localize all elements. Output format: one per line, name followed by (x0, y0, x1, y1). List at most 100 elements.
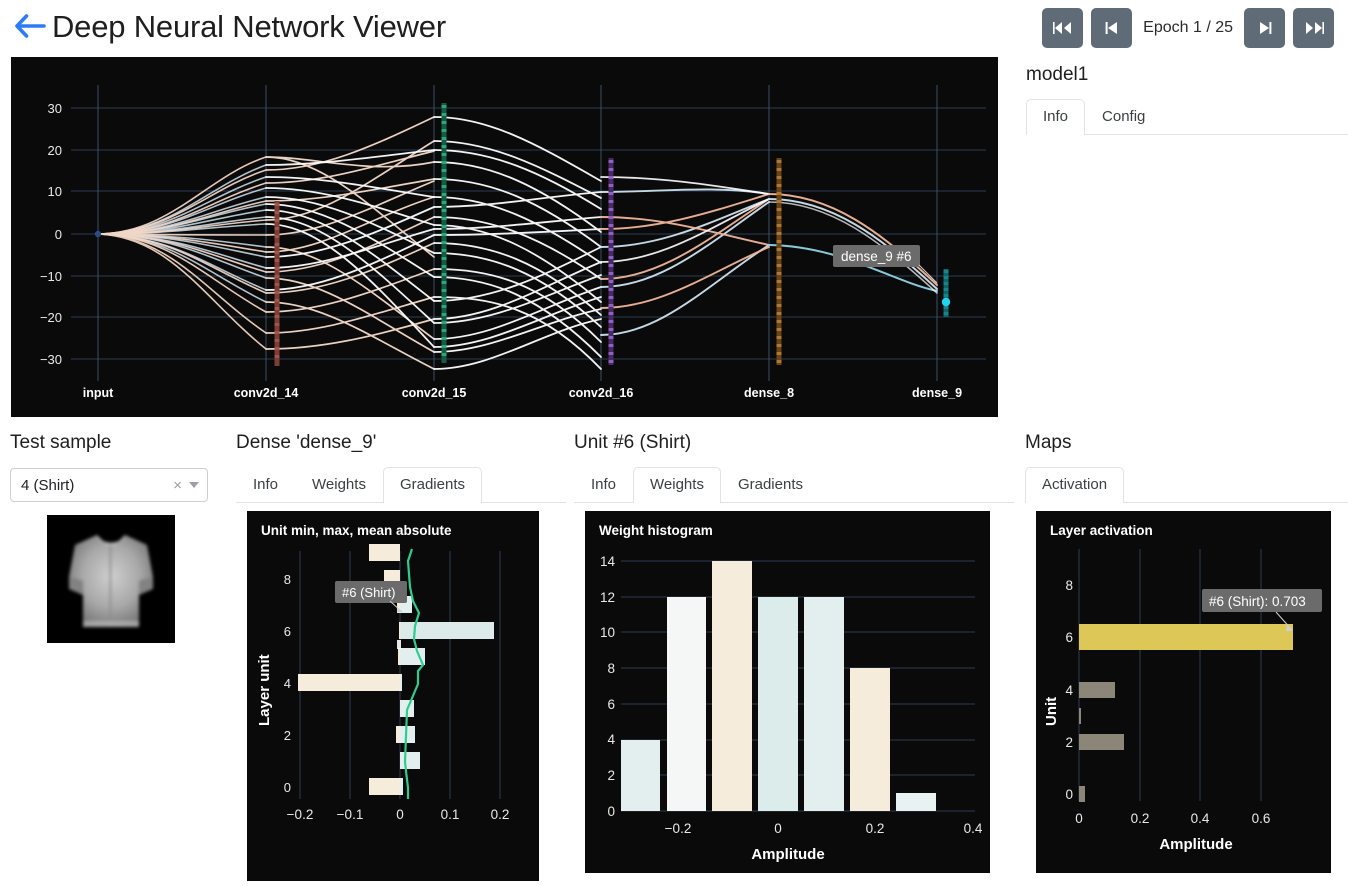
svg-text:0.4: 0.4 (1191, 811, 1210, 826)
layer-activation-title: Layer activation (1050, 523, 1153, 538)
svg-text:conv2d_14: conv2d_14 (234, 386, 299, 400)
svg-text:4: 4 (1065, 683, 1073, 698)
svg-text:−10: −10 (40, 269, 62, 284)
close-icon[interactable]: × (166, 478, 189, 493)
svg-text:8: 8 (284, 572, 291, 587)
svg-text:0: 0 (607, 804, 615, 819)
svg-text:0.1: 0.1 (441, 807, 460, 822)
svg-text:4: 4 (284, 676, 291, 691)
epoch-label: Epoch 1 / 25 (1143, 19, 1233, 36)
dense-panel-title: Dense 'dense_9' (236, 432, 377, 453)
epoch-controls: Epoch 1 / 25 (1042, 8, 1334, 48)
epoch-next-button[interactable] (1244, 8, 1285, 48)
svg-text:2: 2 (1065, 735, 1073, 750)
svg-text:6: 6 (1065, 630, 1073, 645)
svg-text:0: 0 (1075, 811, 1083, 826)
svg-text:#6 (Shirt): 0.703: #6 (Shirt): 0.703 (1209, 594, 1306, 609)
unit-gradients-chart[interactable]: Unit min, max, mean absolute 0 2 4 6 8 L… (247, 511, 539, 881)
svg-text:14: 14 (600, 554, 616, 569)
unit-panel-title: Unit #6 (Shirt) (574, 432, 692, 453)
test-sample-select[interactable]: 4 (Shirt) × (10, 468, 208, 502)
svg-text:0: 0 (1065, 787, 1073, 802)
svg-text:12: 12 (600, 590, 615, 605)
tab-unit-gradients[interactable]: Gradients (721, 467, 820, 503)
svg-text:−0.2: −0.2 (287, 807, 314, 822)
svg-text:0.2: 0.2 (1131, 811, 1150, 826)
svg-text:−30: −30 (40, 352, 62, 367)
svg-text:0.2: 0.2 (866, 821, 885, 836)
svg-text:#6 (Shirt): #6 (Shirt) (342, 585, 395, 600)
epoch-first-button[interactable] (1042, 8, 1084, 48)
svg-text:−20: −20 (40, 310, 62, 325)
unit-gradients-title: Unit min, max, mean absolute (261, 523, 452, 538)
tab-unit-info[interactable]: Info (574, 467, 633, 503)
svg-text:8: 8 (1065, 578, 1073, 593)
page-title: Deep Neural Network Viewer (52, 8, 446, 44)
network-graph[interactable]: 30 20 10 0 −10 −20 −30 dense_9 #6 input … (11, 57, 998, 417)
svg-text:0: 0 (396, 807, 404, 822)
svg-text:2: 2 (607, 768, 615, 783)
svg-text:20: 20 (48, 143, 62, 158)
tab-dense-info[interactable]: Info (236, 467, 295, 503)
svg-text:−0.1: −0.1 (337, 807, 364, 822)
app-header: Deep Neural Network Viewer (0, 0, 1010, 52)
svg-text:2: 2 (284, 728, 291, 743)
maps-tabstrip: Activation (1025, 467, 1348, 504)
weight-histogram-xlabel: Amplitude (751, 846, 824, 863)
network-svg: 30 20 10 0 −10 −20 −30 dense_9 #6 input … (11, 57, 998, 417)
app-root: Deep Neural Network Viewer Epoch 1 / 25 (0, 0, 1348, 886)
tab-config[interactable]: Config (1085, 99, 1162, 135)
model-tabstrip: Info Config (1026, 99, 1348, 136)
svg-text:8: 8 (607, 661, 615, 676)
unit-gradients-ylabel: Layer unit (256, 654, 273, 726)
layer-activation-chart[interactable]: Layer activation 0 2 4 6 8 Unit 0 0.2 0.… (1036, 511, 1331, 873)
layer-activation-svg: Layer activation 0 2 4 6 8 Unit 0 0.2 0.… (1036, 511, 1331, 873)
svg-text:0: 0 (284, 780, 291, 795)
svg-text:−0.2: −0.2 (665, 821, 692, 836)
weight-histogram-svg: Weight histogram 0 2 4 6 8 10 12 14 −0.2… (585, 511, 990, 873)
arrow-left-icon[interactable] (8, 6, 52, 46)
maps-panel-title: Maps (1025, 432, 1072, 453)
svg-text:conv2d_15: conv2d_15 (402, 386, 467, 400)
svg-text:0.2: 0.2 (491, 807, 510, 822)
tab-unit-weights[interactable]: Weights (633, 467, 721, 504)
unit-gradients-svg: Unit min, max, mean absolute 0 2 4 6 8 L… (247, 511, 539, 881)
epoch-last-button[interactable] (1293, 8, 1334, 48)
tab-info[interactable]: Info (1026, 99, 1086, 136)
highlighted-activation-bar (1079, 624, 1293, 650)
svg-text:6: 6 (607, 697, 615, 712)
weight-histogram-chart[interactable]: Weight histogram 0 2 4 6 8 10 12 14 −0.2… (585, 511, 990, 873)
layer-activation-ylabel: Unit (1043, 697, 1060, 726)
dense-layer-panel: Dense 'dense_9' Info Weights Gradients U… (236, 432, 566, 881)
weight-histogram-title: Weight histogram (599, 523, 713, 538)
test-sample-image (47, 515, 175, 643)
selected-unit-marker (941, 297, 951, 307)
svg-text:30: 30 (48, 101, 62, 116)
svg-text:0: 0 (55, 227, 62, 242)
test-sample-title: Test sample (10, 432, 112, 453)
svg-text:input: input (83, 386, 114, 400)
maps-panel: Maps Activation Layer activation 0 2 4 6… (1025, 432, 1348, 873)
test-sample-value: 4 (Shirt) (21, 476, 75, 494)
svg-text:10: 10 (600, 625, 615, 640)
chevron-down-icon[interactable] (189, 482, 199, 488)
svg-text:0.6: 0.6 (1252, 811, 1271, 826)
model-name: model1 (1026, 64, 1089, 85)
unit-panel: Unit #6 (Shirt) Info Weights Gradients W… (574, 432, 1014, 873)
svg-text:dense_9 #6: dense_9 #6 (841, 249, 912, 264)
test-sample-panel: Test sample 4 (Shirt) × (10, 432, 225, 643)
layer-activation-xlabel: Amplitude (1159, 836, 1232, 853)
svg-text:4: 4 (607, 732, 615, 747)
svg-text:6: 6 (284, 624, 291, 639)
epoch-prev-button[interactable] (1091, 8, 1133, 48)
svg-text:dense_8: dense_8 (744, 386, 794, 400)
svg-text:0.4: 0.4 (964, 821, 983, 836)
svg-text:dense_9: dense_9 (912, 386, 962, 400)
tab-dense-gradients[interactable]: Gradients (382, 467, 482, 504)
svg-text:10: 10 (48, 184, 62, 199)
svg-text:conv2d_16: conv2d_16 (569, 386, 634, 400)
dense-tabstrip: Info Weights Gradients (236, 467, 566, 504)
svg-text:0: 0 (774, 821, 782, 836)
tab-dense-weights[interactable]: Weights (295, 467, 383, 503)
tab-activation[interactable]: Activation (1025, 467, 1125, 504)
